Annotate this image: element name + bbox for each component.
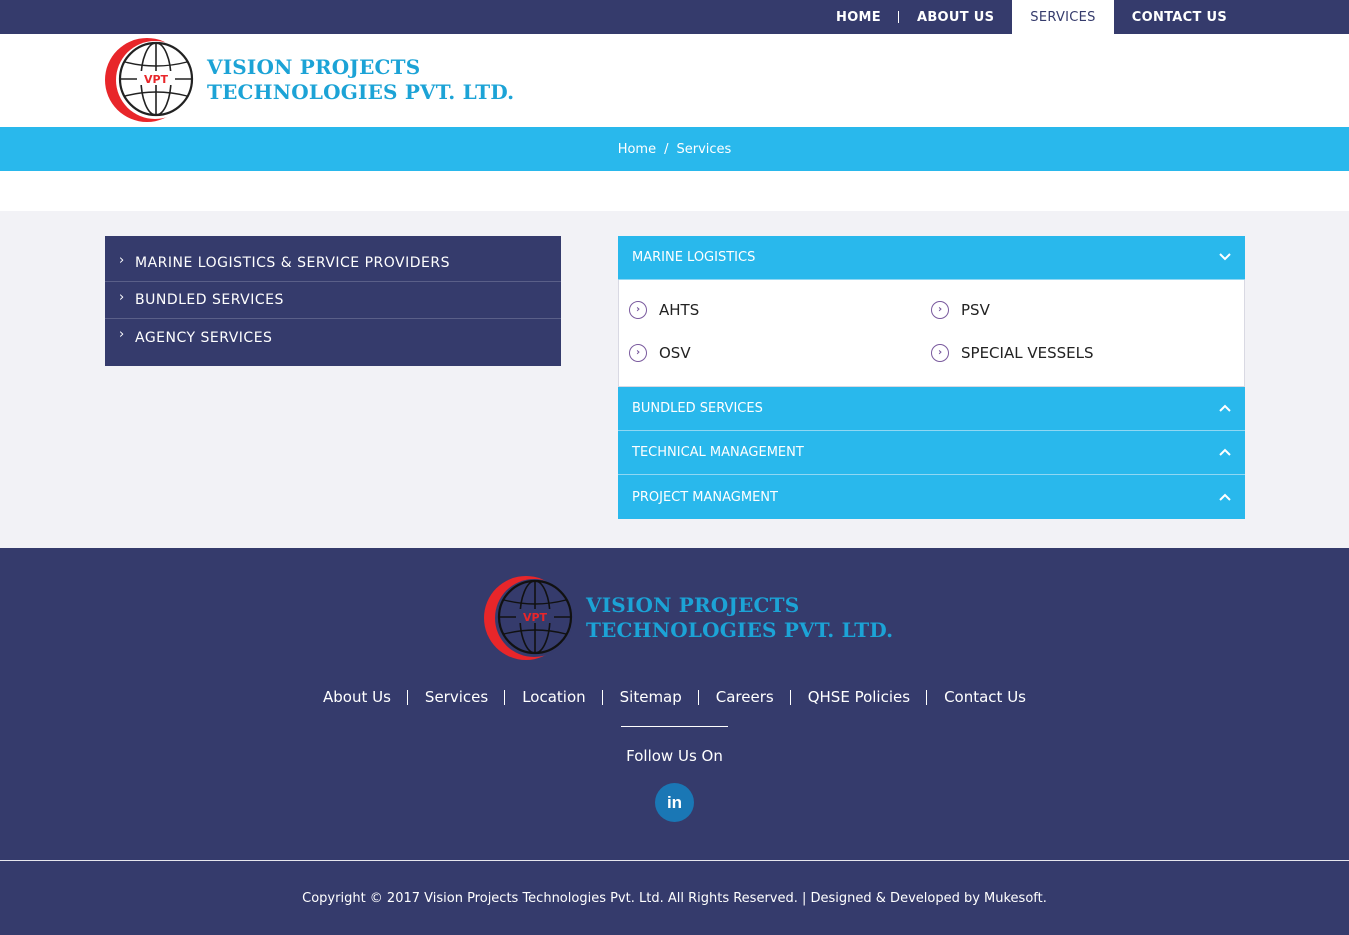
accordion-panel-marine-logistics: › AHTS › PSV › OSV › SPECIAL VESSELS — [618, 280, 1245, 387]
sidebar-item-agency-services[interactable]: › AGENCY SERVICES — [105, 319, 561, 356]
accordion-header-technical-management[interactable]: TECHNICAL MANAGEMENT — [618, 431, 1245, 475]
services-accordion: MARINE LOGISTICS › AHTS › PSV › OSV › SP… — [618, 236, 1245, 519]
header-logo[interactable]: VPT VISION PROJECTS TECHNOLOGIES PVT. LT… — [103, 38, 514, 122]
sidebar-item-label: MARINE LOGISTICS & SERVICE PROVIDERS — [135, 255, 450, 271]
globe-logo-icon: VPT — [103, 38, 195, 122]
brand-line-2: TECHNOLOGIES PVT. LTD. — [586, 618, 894, 642]
services-section: › MARINE LOGISTICS & SERVICE PROVIDERS ›… — [0, 211, 1349, 548]
chevron-right-icon: › — [119, 327, 125, 342]
chevron-right-icon: › — [119, 252, 125, 268]
chevron-up-icon — [1219, 491, 1231, 504]
follow-us-label: Follow Us On — [626, 747, 723, 765]
footer-link-qhse-policies[interactable]: QHSE Policies — [791, 688, 928, 706]
circle-chevron-right-icon: › — [629, 300, 647, 319]
service-item-special-vessels[interactable]: › SPECIAL VESSELS — [931, 331, 1233, 374]
nav-contact-us[interactable]: CONTACT US — [1114, 0, 1245, 34]
service-item-label: PSV — [961, 300, 990, 319]
footer-brand-name: VISION PROJECTS TECHNOLOGIES PVT. LTD. — [586, 593, 893, 643]
copyright-text: Copyright © 2017 Vision Projects Technol… — [302, 890, 1047, 906]
footer-link-contact-us[interactable]: Contact Us — [927, 688, 1043, 706]
service-item-label: AHTS — [659, 300, 700, 319]
brand-line-1: VISION PROJECTS — [586, 593, 800, 617]
breadcrumb: Home / Services — [0, 127, 1349, 171]
circle-chevron-right-icon: › — [629, 343, 647, 362]
sidebar-item-label: BUNDLED SERVICES — [135, 292, 284, 308]
sidebar-item-label: AGENCY SERVICES — [135, 329, 273, 346]
services-sidebar: › MARINE LOGISTICS & SERVICE PROVIDERS ›… — [105, 236, 561, 366]
footer-link-about-us[interactable]: About Us — [306, 688, 408, 706]
circle-chevron-right-icon: › — [931, 300, 949, 319]
breadcrumb-separator: / — [664, 141, 669, 157]
linkedin-glyph: in — [666, 792, 683, 812]
nav-about-us[interactable]: ABOUT US — [899, 0, 1012, 34]
site-footer: VPT VISION PROJECTS TECHNOLOGIES PVT. LT… — [0, 548, 1349, 860]
site-header: VPT VISION PROJECTS TECHNOLOGIES PVT. LT… — [0, 34, 1349, 127]
chevron-down-icon — [1219, 251, 1231, 264]
accordion-header-project-management[interactable]: PROJECT MANAGMENT — [618, 475, 1245, 519]
chevron-right-icon: › — [119, 289, 125, 305]
linkedin-icon[interactable]: in — [655, 783, 694, 822]
circle-chevron-right-icon: › — [931, 343, 949, 362]
sidebar-item-marine-logistics[interactable]: › MARINE LOGISTICS & SERVICE PROVIDERS — [105, 245, 561, 282]
top-navbar: HOME ABOUT US SERVICES CONTACT US — [0, 0, 1349, 34]
main-nav: HOME ABOUT US SERVICES CONTACT US — [818, 0, 1245, 34]
divider — [621, 726, 728, 727]
accordion-title: TECHNICAL MANAGEMENT — [632, 445, 804, 460]
footer-link-careers[interactable]: Careers — [699, 688, 791, 706]
service-item-label: OSV — [659, 343, 691, 362]
chevron-up-icon — [1219, 446, 1231, 459]
nav-services[interactable]: SERVICES — [1012, 0, 1114, 34]
footer-link-sitemap[interactable]: Sitemap — [603, 688, 699, 706]
brand-line-1: VISION PROJECTS — [207, 55, 421, 79]
brand-line-2: TECHNOLOGIES PVT. LTD. — [207, 80, 515, 104]
accordion-header-marine-logistics[interactable]: MARINE LOGISTICS — [618, 236, 1245, 280]
service-item-osv[interactable]: › OSV — [629, 331, 931, 374]
footer-link-services[interactable]: Services — [408, 688, 506, 706]
footer-links: About Us Services Location Sitemap Caree… — [0, 688, 1349, 706]
footer-link-location[interactable]: Location — [505, 688, 604, 706]
footer-logo[interactable]: VPT VISION PROJECTS TECHNOLOGIES PVT. LT… — [482, 576, 893, 660]
service-item-psv[interactable]: › PSV — [931, 288, 1233, 331]
service-item-ahts[interactable]: › AHTS — [629, 288, 931, 331]
breadcrumb-current: Services — [676, 141, 732, 157]
chevron-up-icon — [1219, 402, 1231, 415]
nav-home[interactable]: HOME — [818, 0, 899, 34]
logo-monogram: VPT — [523, 611, 548, 624]
accordion-header-bundled-services[interactable]: BUNDLED SERVICES — [618, 387, 1245, 431]
brand-name: VISION PROJECTS TECHNOLOGIES PVT. LTD. — [207, 55, 514, 105]
service-item-label: SPECIAL VESSELS — [961, 343, 1094, 362]
copyright-bar: Copyright © 2017 Vision Projects Technol… — [0, 860, 1349, 935]
sidebar-item-bundled-services[interactable]: › BUNDLED SERVICES — [105, 282, 561, 319]
accordion-title: BUNDLED SERVICES — [632, 401, 763, 416]
breadcrumb-home[interactable]: Home — [618, 142, 656, 157]
accordion-title: MARINE LOGISTICS — [632, 250, 756, 265]
globe-logo-icon: VPT — [482, 576, 574, 660]
logo-monogram: VPT — [144, 73, 169, 86]
accordion-title: PROJECT MANAGMENT — [632, 489, 778, 505]
